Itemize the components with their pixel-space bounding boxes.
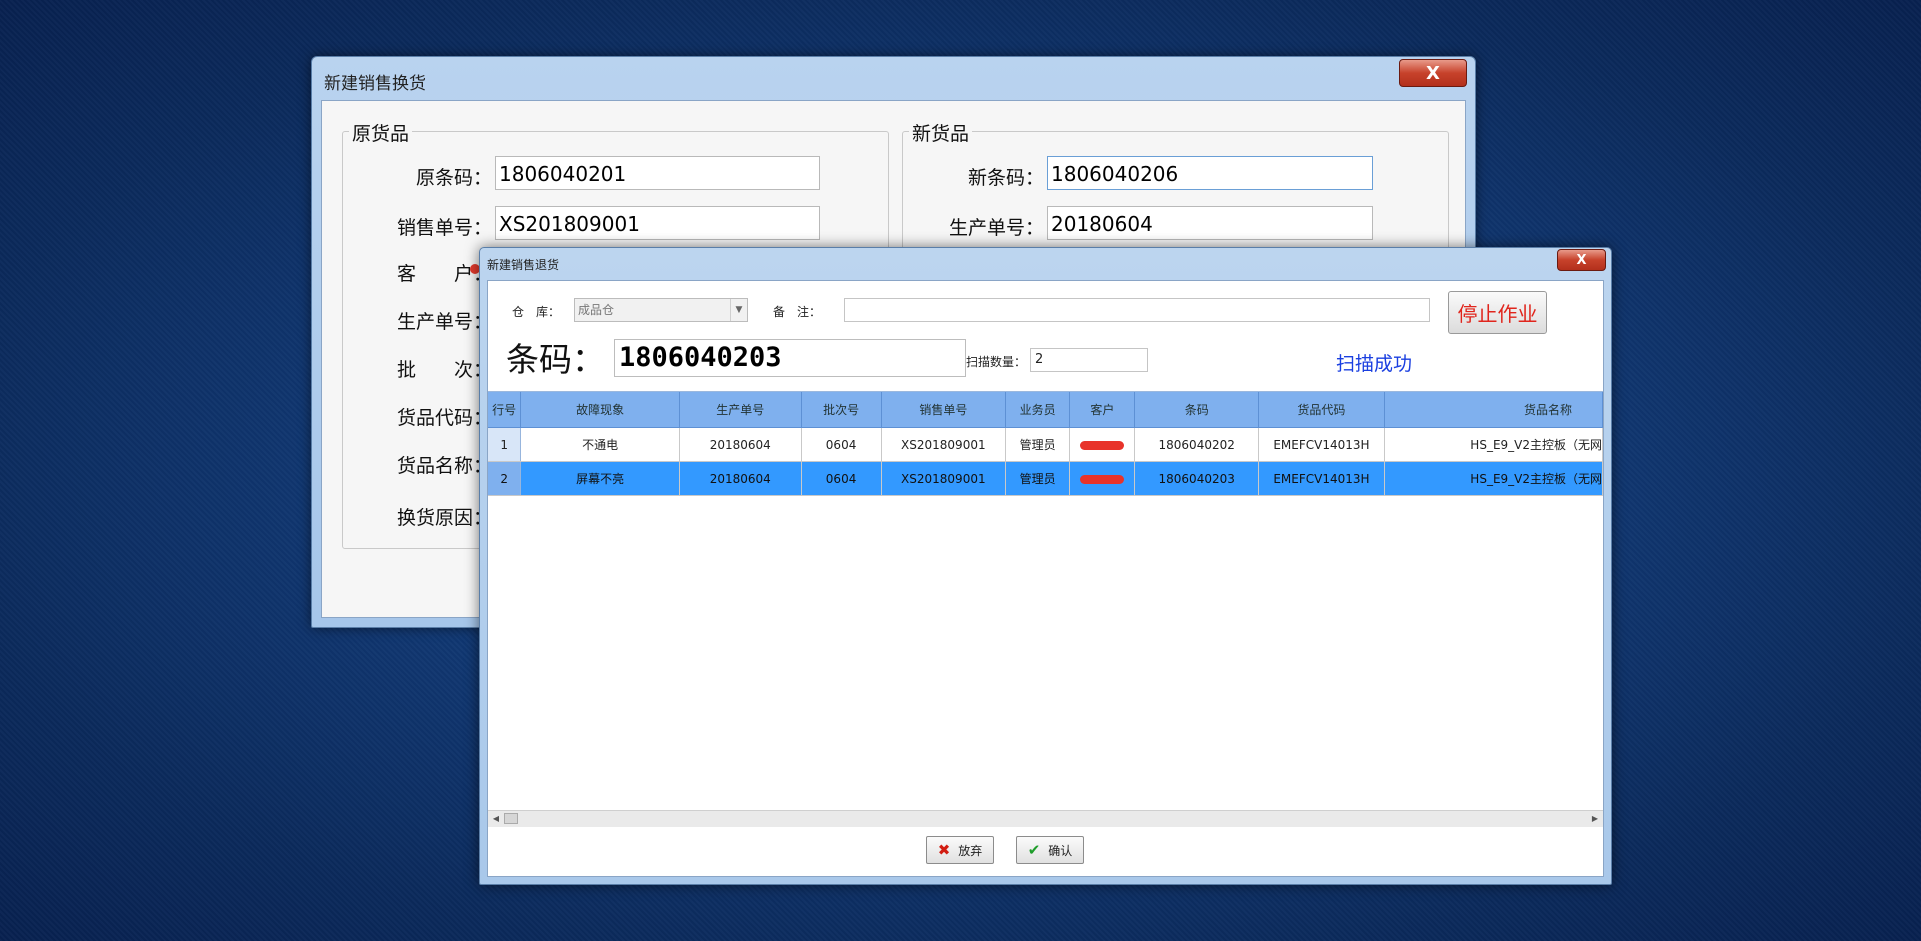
new-goods-group: 新货品 bbox=[902, 119, 1449, 263]
sales-order-input[interactable]: XS201809001 bbox=[495, 206, 820, 240]
warehouse-value: 成品仓 bbox=[578, 303, 615, 317]
cancel-button[interactable]: ✖ 放弃 bbox=[926, 836, 994, 864]
row-number-cell: 2 bbox=[488, 461, 522, 496]
return-client-area: 仓 库： 成品仓 ▼ 备 注： 停止作业 条码： 1806040203 扫描数量… bbox=[487, 280, 1604, 877]
original-goods-legend: 原货品 bbox=[349, 119, 413, 146]
warehouse-select[interactable]: 成品仓 ▼ bbox=[574, 298, 748, 322]
new-goods-legend: 新货品 bbox=[909, 119, 973, 146]
column-header-batch[interactable]: 批次号 bbox=[801, 392, 882, 428]
note-label: 备 注： bbox=[773, 305, 822, 319]
column-header-product-code[interactable]: 货品代码 bbox=[1258, 392, 1385, 428]
product-code-cell: EMEFCV14013H bbox=[1258, 427, 1385, 462]
new-production-order-input[interactable]: 20180604 bbox=[1047, 206, 1373, 240]
table-row[interactable]: 1 不通电 20180604 0604 XS201809001 管理员 1806… bbox=[488, 427, 1603, 462]
exchange-titlebar[interactable]: 新建销售换货 X bbox=[312, 57, 1475, 99]
table-row-selected[interactable]: 2 屏幕不亮 20180604 0604 XS201809001 管理员 180… bbox=[488, 461, 1603, 496]
scroll-right-icon[interactable]: ▶ bbox=[1587, 811, 1603, 827]
sales-order-cell: XS201809001 bbox=[881, 461, 1007, 496]
exchange-reason-label: 换货原因： bbox=[396, 507, 492, 529]
exchange-window-title: 新建销售换货 bbox=[324, 74, 426, 94]
batch-cell: 0604 bbox=[801, 461, 882, 496]
note-input[interactable] bbox=[844, 298, 1430, 322]
original-barcode-label: 原条码： bbox=[415, 167, 492, 189]
column-header-salesman[interactable]: 业务员 bbox=[1005, 392, 1071, 428]
close-icon: X bbox=[1426, 62, 1440, 84]
salesman-cell: 管理员 bbox=[1005, 427, 1071, 462]
original-barcode-input[interactable]: 1806040201 bbox=[495, 156, 820, 190]
table-header-row: 行号 故障现象 生产单号 批次号 销售单号 业务员 客户 条码 货品代码 货品名… bbox=[488, 392, 1603, 428]
column-header-product-name[interactable]: 货品名称 bbox=[1384, 392, 1603, 428]
redacted-mark bbox=[1080, 440, 1125, 450]
cancel-icon: ✖ bbox=[937, 841, 951, 859]
barcode-label: 条码： bbox=[506, 340, 605, 379]
barcode-cell: 1806040203 bbox=[1134, 461, 1259, 496]
production-order-cell: 20180604 bbox=[679, 427, 802, 462]
fault-cell[interactable]: 不通电 bbox=[520, 427, 680, 462]
production-order-cell: 20180604 bbox=[679, 461, 802, 496]
chevron-down-icon[interactable]: ▼ bbox=[730, 299, 747, 321]
return-window: 新建销售退货 X 仓 库： 成品仓 ▼ 备 注： 停止作业 条码： 180604… bbox=[479, 247, 1612, 885]
check-icon: ✔ bbox=[1027, 841, 1041, 859]
barcode-input[interactable]: 1806040203 bbox=[614, 339, 966, 377]
return-close-button[interactable]: X bbox=[1557, 249, 1606, 271]
confirm-button[interactable]: ✔ 确认 bbox=[1016, 836, 1084, 864]
exchange-close-button[interactable]: X bbox=[1399, 59, 1467, 87]
scrollbar-thumb[interactable] bbox=[504, 813, 518, 824]
barcode-cell: 1806040202 bbox=[1134, 427, 1259, 462]
close-icon: X bbox=[1576, 252, 1587, 268]
redacted-mark bbox=[1080, 474, 1125, 484]
column-header-sales-order[interactable]: 销售单号 bbox=[881, 392, 1007, 428]
row-number-cell: 1 bbox=[488, 427, 522, 462]
batch-cell: 0604 bbox=[801, 427, 882, 462]
column-header-customer[interactable]: 客户 bbox=[1069, 392, 1136, 428]
sales-order-cell: XS201809001 bbox=[881, 427, 1007, 462]
batch-label: 批 次： bbox=[396, 359, 492, 381]
product-code-label: 货品代码： bbox=[396, 407, 492, 429]
salesman-cell: 管理员 bbox=[1005, 461, 1071, 496]
column-header-barcode[interactable]: 条码 bbox=[1134, 392, 1259, 428]
column-header-row-number[interactable]: 行号 bbox=[488, 392, 522, 428]
production-order-label: 生产单号： bbox=[396, 311, 492, 333]
scroll-left-icon[interactable]: ◀ bbox=[488, 811, 504, 827]
horizontal-scrollbar[interactable]: ◀ ▶ bbox=[488, 810, 1603, 827]
returns-table: 行号 故障现象 生产单号 批次号 销售单号 业务员 客户 条码 货品代码 货品名… bbox=[488, 392, 1603, 496]
returns-grid: 行号 故障现象 生产单号 批次号 销售单号 业务员 客户 条码 货品代码 货品名… bbox=[488, 391, 1603, 827]
customer-cell bbox=[1069, 427, 1136, 462]
customer-cell bbox=[1069, 461, 1136, 496]
product-name-cell: HS_E9_V2主控板（无网 bbox=[1384, 461, 1603, 496]
stop-operation-button[interactable]: 停止作业 bbox=[1448, 291, 1547, 334]
scan-status-text: 扫描成功 bbox=[1336, 353, 1413, 375]
scan-count-input[interactable]: 2 bbox=[1030, 348, 1148, 372]
scan-count-label: 扫描数量： bbox=[966, 355, 1027, 369]
confirm-button-label: 确认 bbox=[1048, 843, 1073, 858]
product-name-cell: HS_E9_V2主控板（无网 bbox=[1384, 427, 1603, 462]
cancel-button-label: 放弃 bbox=[958, 843, 983, 858]
column-header-production-order[interactable]: 生产单号 bbox=[679, 392, 802, 428]
new-barcode-label: 新条码： bbox=[967, 167, 1044, 189]
column-header-fault[interactable]: 故障现象 bbox=[520, 392, 680, 428]
product-code-cell: EMEFCV14013H bbox=[1258, 461, 1385, 496]
fault-cell[interactable]: 屏幕不亮 bbox=[520, 461, 680, 496]
return-window-title: 新建销售退货 bbox=[487, 258, 560, 272]
new-barcode-input[interactable]: 1806040206 bbox=[1047, 156, 1373, 190]
sales-order-label: 销售单号： bbox=[396, 217, 492, 239]
product-name-label: 货品名称： bbox=[396, 455, 492, 477]
warehouse-label: 仓 库： bbox=[512, 305, 561, 319]
new-production-order-label: 生产单号： bbox=[948, 217, 1044, 239]
